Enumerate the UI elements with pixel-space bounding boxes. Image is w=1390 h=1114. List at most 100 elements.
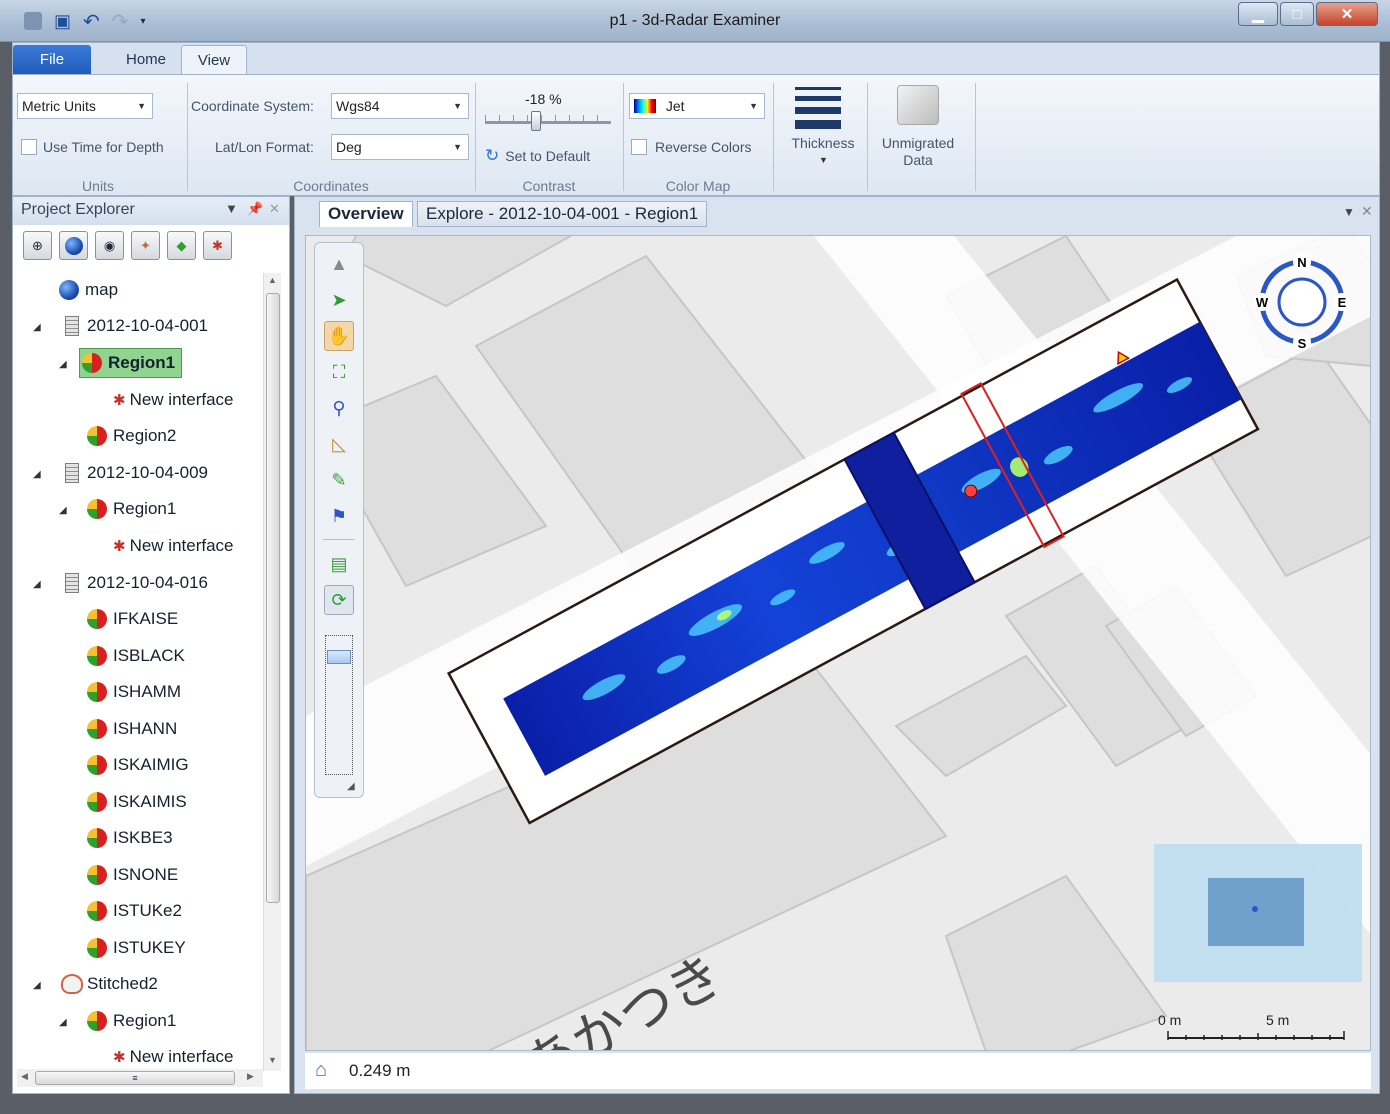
scroll-left-icon[interactable]: ◀ xyxy=(21,1071,28,1082)
project-explorer-header: Project Explorer ▼ 📌 ✕ xyxy=(13,197,289,225)
tree-item-map[interactable]: map xyxy=(59,275,118,305)
tree-item-region[interactable]: ISKAIMIS xyxy=(87,787,187,817)
stitch-button[interactable]: ✦ xyxy=(131,231,160,260)
region-icon xyxy=(87,609,107,629)
add-interface-button[interactable]: ✱ xyxy=(203,231,232,260)
add-map-button[interactable] xyxy=(59,231,88,260)
close-icon[interactable]: ✕ xyxy=(1361,203,1373,220)
collapse-icon[interactable]: ◢ xyxy=(59,359,67,370)
collapse-icon[interactable]: ◢ xyxy=(33,579,41,590)
close-icon[interactable]: ✕ xyxy=(269,201,280,217)
add-dataset-button[interactable]: ⊕ xyxy=(23,231,52,260)
tree-item-region[interactable]: ISKAIMIG xyxy=(87,750,189,780)
pin-icon[interactable]: 📌 xyxy=(247,201,263,217)
tree-item-region[interactable]: ISHANN xyxy=(87,714,177,744)
scroll-down-icon[interactable]: ▼ xyxy=(268,1055,277,1065)
tree-item-dataset[interactable]: 2012-10-04-001 xyxy=(65,311,208,341)
tree-item-region[interactable]: ISHAMM xyxy=(87,677,181,707)
thickness-button[interactable]: Thickness ▼ xyxy=(779,81,867,177)
explorer-horizontal-scrollbar[interactable]: ◀ ≡ ▶ xyxy=(17,1069,263,1087)
pan-tool-icon[interactable]: ✋ xyxy=(324,321,354,351)
tab-view[interactable]: View xyxy=(181,45,247,75)
zoom-slider[interactable] xyxy=(325,635,353,775)
tab-explore[interactable]: Explore - 2012-10-04-001 - Region1 xyxy=(417,201,708,227)
chevron-down-icon: ▼ xyxy=(453,142,462,152)
use-time-checkbox[interactable] xyxy=(21,139,37,155)
title-bar: ▣ ↶ ↷ ▾ p1 - 3d-Radar Examiner ▁ □ ✕ xyxy=(0,0,1390,42)
scrollbar-thumb[interactable] xyxy=(266,293,280,903)
tab-home[interactable]: Home xyxy=(99,45,193,75)
tree-item-dataset[interactable]: 2012-10-04-016 xyxy=(65,568,208,598)
select-tool-icon[interactable]: ➤ xyxy=(324,285,354,315)
tree-item-region[interactable]: Region1 xyxy=(87,1006,176,1036)
region-icon xyxy=(87,865,107,885)
scroll-up-icon[interactable]: ▲ xyxy=(268,275,277,285)
tree-item-region[interactable]: Region1 xyxy=(87,494,176,524)
explorer-vertical-scrollbar[interactable]: ▲ ▼ xyxy=(263,273,281,1071)
unmigrated-label-line2: Data xyxy=(903,152,933,168)
collapse-icon[interactable]: ◢ xyxy=(33,980,41,991)
collapse-icon[interactable]: ◢ xyxy=(59,505,67,516)
units-select[interactable]: Metric Units ▼ xyxy=(17,93,153,119)
tree-item-region[interactable]: Region2 xyxy=(87,421,176,451)
tab-overview[interactable]: Overview xyxy=(319,201,413,227)
tab-file[interactable]: File xyxy=(13,45,91,75)
map-view[interactable]: あかつき N S W E ▲ ➤ ✋ ⛶ ⚲ ◺ ✎ ⚑ ▤ ⟳ ◢ 0 m 5… xyxy=(305,235,1371,1051)
resize-grip-icon[interactable]: ◢ xyxy=(347,781,355,792)
marker-tool-icon[interactable]: ✎ xyxy=(324,465,354,495)
scroll-right-icon[interactable]: ▶ xyxy=(247,1071,254,1082)
compass-icon[interactable]: N S W E xyxy=(1252,252,1352,352)
window-title: p1 - 3d-Radar Examiner xyxy=(609,12,781,29)
tree-item-region[interactable]: ISTUKe2 xyxy=(87,896,182,926)
contrast-slider[interactable] xyxy=(485,111,611,131)
map-settings-button[interactable]: ◉ xyxy=(95,231,124,260)
tree-item-region-selected[interactable]: Region1 xyxy=(79,348,183,378)
project-tree: map ◢ 2012-10-04-001 ◢ Region1 ✱ New inte… xyxy=(13,271,263,1069)
scroll-up-icon[interactable]: ▲ xyxy=(324,249,354,279)
tree-item-region[interactable]: ISBLACK xyxy=(87,641,185,671)
coordinate-system-label: Coordinate System: xyxy=(191,98,314,114)
close-button[interactable]: ✕ xyxy=(1316,2,1378,26)
set-default-button[interactable]: ↻ Set to Default xyxy=(485,145,590,167)
zoom-slider-thumb[interactable] xyxy=(327,650,351,664)
minimize-button[interactable]: ▁ xyxy=(1238,2,1278,26)
flag-tool-icon[interactable]: ⚑ xyxy=(324,501,354,531)
scrollbar-thumb[interactable]: ≡ xyxy=(35,1071,235,1085)
tree-item-dataset[interactable]: 2012-10-04-009 xyxy=(65,458,208,488)
collapse-icon[interactable]: ◢ xyxy=(33,322,41,333)
layers-tool-icon[interactable]: ▤ xyxy=(324,549,354,579)
add-region-icon: ◆ xyxy=(176,237,187,253)
tree-item-stitched[interactable]: Stitched2 xyxy=(61,969,158,999)
zoom-tool-icon[interactable]: ⚲ xyxy=(324,393,354,423)
dropdown-icon[interactable]: ▼ xyxy=(225,201,238,216)
tree-item-interface[interactable]: ✱ New interface xyxy=(113,531,234,561)
scale-bar: 0 m 5 m xyxy=(1158,1012,1348,1048)
tree-item-interface[interactable]: ✱ New interface xyxy=(113,385,234,415)
home-icon[interactable]: ⌂ xyxy=(315,1059,327,1082)
collapse-icon[interactable]: ◢ xyxy=(33,469,41,480)
minimap[interactable] xyxy=(1154,844,1362,982)
interface-icon: ✱ xyxy=(113,538,126,555)
tree-item-region[interactable]: ISNONE xyxy=(87,860,178,890)
tab-list-dropdown-icon[interactable]: ▼ xyxy=(1343,205,1355,219)
tree-item-interface[interactable]: ✱ New interface xyxy=(113,1042,234,1069)
zoom-extent-icon[interactable]: ⛶ xyxy=(324,357,354,387)
color-map-select[interactable]: Jet ▼ xyxy=(629,93,765,119)
collapse-icon[interactable]: ◢ xyxy=(59,1017,67,1028)
reverse-colors-checkbox[interactable] xyxy=(631,139,647,155)
maximize-button[interactable]: □ xyxy=(1280,2,1314,26)
tree-label: New interface xyxy=(129,536,234,555)
minimap-viewport[interactable] xyxy=(1208,878,1304,946)
tree-item-region[interactable]: ISTUKEY xyxy=(87,933,186,963)
tree-item-region[interactable]: ISKBE3 xyxy=(87,823,173,853)
coordinate-system-select[interactable]: Wgs84 ▼ xyxy=(331,93,469,119)
add-region-button[interactable]: ◆ xyxy=(167,231,196,260)
measure-tool-icon[interactable]: ◺ xyxy=(324,429,354,459)
toolstrip-divider xyxy=(323,539,355,540)
region-icon xyxy=(87,901,107,921)
contrast-slider-thumb[interactable] xyxy=(531,111,541,131)
unmigrated-data-button[interactable]: Unmigrated Data xyxy=(871,81,965,177)
tree-item-region[interactable]: IFKAISE xyxy=(87,604,178,634)
latlon-format-select[interactable]: Deg ▼ xyxy=(331,134,469,160)
sync-view-icon[interactable]: ⟳ xyxy=(324,585,354,615)
